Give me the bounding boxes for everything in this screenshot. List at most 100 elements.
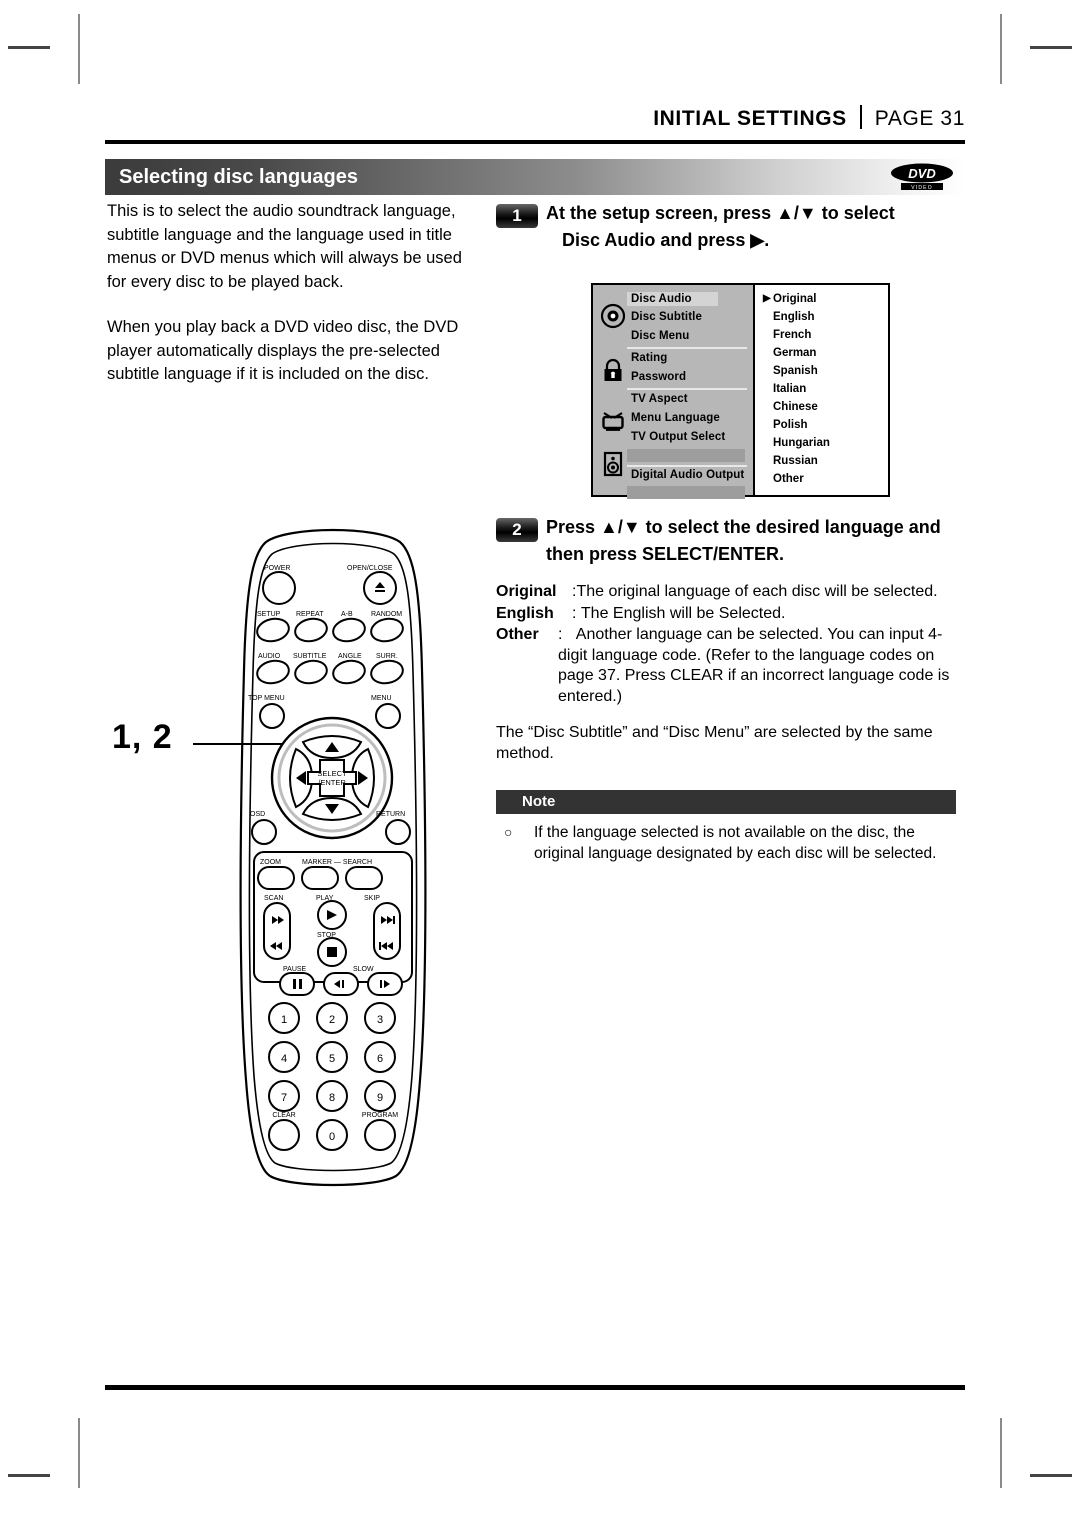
step-2-text: Press ▲/▼ to select the desired language… (546, 514, 966, 568)
language-option-chinese[interactable]: Chinese (773, 401, 818, 413)
definition-body-original: The original language of each disc will … (576, 583, 938, 600)
footer-rule (105, 1385, 965, 1390)
keypad-label-1: 1 (281, 1014, 287, 1026)
note-bullet-icon: ○ (504, 824, 513, 840)
top-menu-button (259, 703, 285, 729)
header-right-group: INITIAL SETTINGS PAGE 31 (653, 101, 965, 131)
definition-body-other: Another language can be selected. You ca… (558, 626, 950, 705)
remote-control-diagram: POWER OPEN/CLOSE SETUP REPEAT A-B RANDOM… (239, 528, 427, 1187)
setup-menu-item-tv-output[interactable]: TV Output Select (631, 431, 725, 443)
step-2: 2 Press ▲/▼ to select the desired langua… (496, 514, 966, 568)
definition-row-other: Other : Another language can be selected… (496, 625, 966, 707)
intro-paragraph-2: When you play back a DVD video disc, the… (107, 318, 459, 383)
language-option-polish[interactable]: Polish (773, 419, 808, 431)
keypad-label-5: 5 (329, 1053, 335, 1065)
setup-menu-item-rating[interactable]: Rating (631, 352, 667, 364)
step-1-number: 1 (496, 204, 538, 228)
stop-icon (327, 947, 337, 957)
remote-label-pause: PAUSE (283, 966, 307, 973)
setup-menu-separator-2 (627, 388, 747, 390)
manual-page: INITIAL SETTINGS PAGE 31 Selecting disc … (0, 0, 1080, 1528)
setup-menu-item-disc-subtitle[interactable]: Disc Subtitle (631, 311, 702, 323)
crop-mark-top-left-v (78, 14, 80, 84)
language-option-spanish[interactable]: Spanish (773, 365, 818, 377)
definition-row-original: Original :The original language of each … (496, 582, 966, 603)
definition-term-other: Other (496, 625, 558, 707)
language-option-russian[interactable]: Russian (773, 455, 818, 467)
disc-icon (600, 303, 626, 329)
instructions-column: 1 At the setup screen, press ▲/▼ to sele… (496, 200, 966, 260)
crop-mark-bottom-left-h (8, 1474, 50, 1477)
definition-sep-english: : (572, 604, 577, 622)
setup-menu-item-password[interactable]: Password (631, 371, 686, 383)
repeat-button (294, 617, 328, 643)
remote-label-angle: ANGLE (338, 653, 362, 660)
definition-term-english: English (496, 604, 572, 625)
skip-button (373, 902, 401, 960)
definition-term-other-label: Other (496, 626, 539, 643)
remote-label-select: SELECT (317, 769, 347, 778)
setup-menu-blank-bar-1 (627, 449, 745, 462)
osd-button (251, 819, 277, 845)
step-2-line-2: then press SELECT/ENTER. (546, 544, 785, 564)
search-button (345, 866, 383, 890)
power-button (262, 571, 296, 605)
svg-text:VIDEO: VIDEO (911, 185, 933, 191)
marker-button (301, 866, 339, 890)
slow-reverse-button (323, 972, 359, 996)
language-option-german[interactable]: German (773, 347, 816, 359)
crop-mark-top-right-v (1000, 14, 1002, 84)
setup-menu-item-digital-audio[interactable]: Digital Audio Output (631, 469, 744, 481)
language-option-other[interactable]: Other (773, 473, 804, 485)
tv-icon (602, 412, 624, 431)
keypad-label-0: 0 (329, 1131, 335, 1143)
dvd-video-logo-icon: DVD VIDEO (891, 163, 953, 191)
svg-text:DVD: DVD (908, 166, 936, 181)
language-option-italian[interactable]: Italian (773, 383, 806, 395)
crop-mark-bottom-left-v (78, 1418, 80, 1488)
remote-label-audio: AUDIO (258, 653, 281, 660)
remote-label-scan: SCAN (264, 895, 283, 902)
note-body: ○ If the language selected is not availa… (496, 822, 966, 864)
setup-menu-list: Disc Audio Disc Subtitle Disc Menu Ratin… (593, 285, 753, 499)
setup-menu-item-disc-menu[interactable]: Disc Menu (631, 330, 689, 342)
keypad-label-8: 8 (329, 1092, 335, 1104)
page-header: INITIAL SETTINGS PAGE 31 (105, 101, 965, 135)
definition-list: Original : The original language of each … (496, 582, 966, 708)
remote-label-power: POWER (264, 565, 290, 572)
setup-menu-separator-1 (627, 347, 747, 349)
step-2-container: 2 Press ▲/▼ to select the desired langua… (496, 514, 966, 574)
keypad-label-3: 3 (377, 1014, 383, 1026)
remote-label-return: RETURN (376, 811, 405, 818)
lock-icon (604, 358, 622, 381)
remote-label-random: RANDOM (371, 611, 402, 618)
keypad-label-4: 4 (281, 1053, 287, 1065)
crop-mark-top-right-h (1030, 46, 1072, 49)
definition-term-english-label: English (496, 604, 554, 622)
random-button (370, 617, 404, 643)
definition-body-english: The English will be Selected. (580, 604, 786, 622)
definition-term-original-label: Original (496, 583, 557, 600)
setup-menu-item-disc-audio[interactable]: Disc Audio (627, 292, 718, 306)
remote-label-setup: SETUP (257, 611, 281, 618)
step-1-line-1: At the setup screen, press ▲/▼ to select (546, 203, 895, 223)
step-2-number: 2 (496, 518, 538, 542)
remote-label-skip: SKIP (364, 895, 380, 902)
setup-menu-item-tv-aspect[interactable]: TV Aspect (631, 393, 688, 405)
clear-button (268, 1119, 300, 1151)
definition-sep-other: : (558, 626, 563, 643)
remote-label-subtitle: SUBTITLE (293, 653, 327, 660)
crop-mark-top-left-h (8, 46, 50, 49)
setup-menu-item-menu-language[interactable]: Menu Language (631, 412, 720, 424)
language-option-original[interactable]: ▶ Original (763, 293, 816, 305)
section-title: Selecting disc languages (119, 166, 358, 188)
language-option-french[interactable]: French (773, 329, 811, 341)
language-option-english[interactable]: English (773, 311, 815, 323)
skip-forward-icon (393, 916, 395, 924)
audio-button (256, 659, 290, 685)
note-text: If the language selected is not availabl… (534, 824, 937, 862)
remote-label-ab: A-B (341, 611, 353, 618)
language-option-hungarian[interactable]: Hungarian (773, 437, 830, 449)
return-button (385, 819, 411, 845)
definition-term-original: Original (496, 582, 572, 603)
